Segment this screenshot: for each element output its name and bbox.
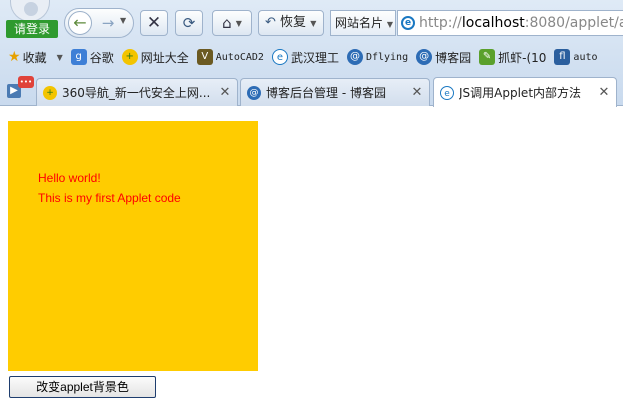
home-icon: ⌂ [222, 14, 232, 32]
refresh-icon: ⟳ [182, 14, 196, 32]
tab-title: 360导航_新一代安全上网... [62, 86, 211, 100]
cnblogs-icon: @ [416, 49, 433, 65]
applet-panel: Hello world! This is my first Applet cod… [8, 121, 258, 371]
google-icon: g [70, 49, 87, 65]
chevron-down-icon: ▼ [310, 19, 317, 28]
cnblogs-icon: @ [247, 85, 261, 100]
stop-button[interactable]: ✕ [140, 10, 168, 36]
close-icon: ✕ [146, 13, 162, 33]
site-card-label: 网站名片 [335, 16, 384, 30]
restore-button[interactable]: ↶ 恢复 ▼ [258, 10, 324, 36]
360-icon: + [43, 85, 57, 100]
tab-title: JS调用Applet内部方法 [459, 86, 582, 100]
address-bar[interactable]: e http://localhost:8080/applet/ap [397, 10, 623, 36]
chevron-down-icon[interactable]: ▼ [120, 16, 126, 25]
applet-hello-text: Hello world! [38, 171, 101, 185]
restore-label: 恢复 [280, 15, 307, 30]
360-icon: + [121, 49, 138, 65]
autocad-icon: V [196, 49, 213, 65]
login-button[interactable]: 请登录 [6, 0, 58, 38]
close-icon[interactable]: ✕ [411, 85, 423, 100]
bookmark-whut[interactable]: e 武汉理工 [271, 49, 339, 66]
zhuaxia-icon: ✎ [479, 49, 496, 65]
bookmark-label: 武汉理工 [290, 50, 339, 65]
login-label: 请登录 [6, 20, 58, 38]
tab-js-applet[interactable]: e JS调用Applet内部方法 ✕ [433, 77, 617, 107]
browser-chrome: 请登录 ← → ▼ ✕ ⟳ ⌂ ▼ ↶ 恢复 ▼ 网站名片 ▼ e http://… [0, 0, 623, 107]
star-icon: ★ [8, 49, 21, 65]
change-applet-bg-button[interactable]: 改变applet背景色 [9, 376, 156, 398]
close-icon[interactable]: ✕ [219, 85, 231, 100]
bookmark-label: 收藏 [22, 50, 47, 65]
bookmark-url-directory[interactable]: + 网址大全 [121, 49, 189, 66]
bookmark-auto[interactable]: fl auto [554, 49, 598, 65]
bookmark-label: auto [573, 51, 598, 63]
refresh-button[interactable]: ⟳ [175, 10, 203, 36]
bookmark-zhuaxia[interactable]: ✎ 抓虾-(10 [479, 49, 546, 66]
cnblogs-icon: @ [346, 49, 363, 65]
home-button[interactable]: ⌂ ▼ [212, 10, 252, 36]
url-rest: :8080/applet/ap [524, 15, 623, 31]
bookmark-label: 谷歌 [89, 50, 114, 65]
close-icon[interactable]: ✕ [598, 85, 610, 100]
back-icon[interactable]: ← [68, 11, 92, 35]
ie-icon: e [440, 85, 454, 100]
chevron-down-icon: ▼ [386, 20, 393, 29]
auto-icon: fl [554, 49, 571, 65]
notification-icon: ••• [18, 76, 34, 88]
sidebar-toggle[interactable]: ▶ ••• [4, 76, 34, 100]
chevron-down-icon: ▼ [56, 52, 63, 62]
back-forward-group: ← → ▼ [64, 8, 134, 38]
tab-blog-admin[interactable]: @ 博客后台管理 - 博客园 ✕ [240, 78, 430, 106]
bookmark-dflying[interactable]: @ Dflying [346, 49, 409, 65]
avatar-icon [10, 0, 50, 22]
bookmark-label: 网址大全 [140, 50, 189, 65]
url-prefix: http:// [419, 15, 462, 31]
tab-title: 博客后台管理 - 博客园 [266, 86, 386, 100]
tab-360-nav[interactable]: + 360导航_新一代安全上网... ✕ [36, 78, 238, 106]
forward-icon[interactable]: → [99, 13, 117, 33]
chevron-down-icon: ▼ [235, 18, 242, 28]
applet-description-text: This is my first Applet code [38, 191, 181, 205]
bookmark-label: Dflying [365, 51, 409, 63]
tab-strip: ▶ ••• + 360导航_新一代安全上网... ✕ @ 博客后台管理 - 博客… [0, 72, 623, 107]
ie-icon: e [401, 16, 415, 30]
ie-icon: e [271, 49, 288, 65]
url-host: localhost [461, 15, 525, 31]
bookmark-cnblogs[interactable]: @ 博客园 [416, 49, 471, 66]
undo-icon: ↶ [265, 15, 276, 30]
bookmark-google[interactable]: g 谷歌 [70, 49, 114, 66]
bookmark-label: 博客园 [435, 50, 472, 65]
site-card-button[interactable]: 网站名片 ▼ [330, 10, 396, 36]
bookmark-favorites[interactable]: ★ 收藏 ▼ [8, 49, 63, 66]
bookmark-label: 抓虾-(10 [498, 50, 547, 65]
toolbar: 请登录 ← → ▼ ✕ ⟳ ⌂ ▼ ↶ 恢复 ▼ 网站名片 ▼ e http://… [0, 0, 623, 44]
bookmark-label: AutoCAD2 [215, 51, 264, 63]
bookmarks-bar: ★ 收藏 ▼ g 谷歌 + 网址大全 V AutoCAD2 e 武汉理工 @ D… [0, 44, 623, 70]
bookmark-autocad[interactable]: V AutoCAD2 [196, 49, 264, 65]
